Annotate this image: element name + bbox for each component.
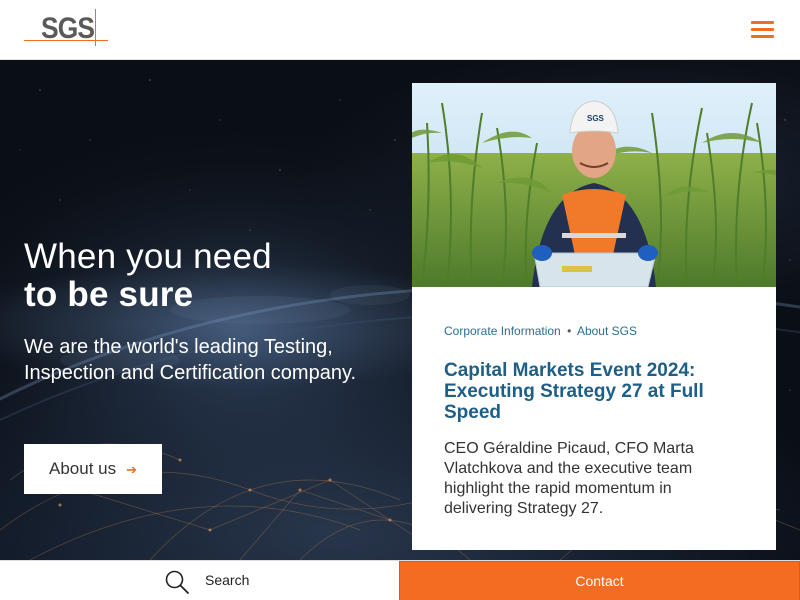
contact-button[interactable]: Contact [399, 561, 800, 600]
hero-section: When you need to be sure We are the worl… [0, 60, 800, 560]
hero-subtitle: We are the world's leading Testing, Insp… [24, 336, 357, 384]
sgs-logo[interactable]: SGS [24, 9, 108, 47]
news-card-meta: Corporate Information • About SGS [444, 324, 637, 338]
news-category[interactable]: Corporate Information [444, 324, 561, 338]
contact-label: Contact [575, 573, 624, 589]
hero-title-line2: to be sure [24, 275, 194, 314]
about-us-button[interactable]: About us ➔ [24, 444, 162, 494]
site-header: SGS [0, 0, 800, 60]
hero-title-line1: When you need [24, 237, 272, 276]
arrow-right-icon: ➔ [126, 462, 138, 477]
news-subcategory[interactable]: About SGS [577, 324, 637, 338]
news-card-image: SGS [412, 83, 776, 287]
worker-in-cornfield-image: SGS [412, 83, 776, 287]
hamburger-menu-icon[interactable] [751, 19, 775, 39]
helmet-sgs-label: SGS [587, 114, 605, 123]
bottom-action-bar: Search Contact [0, 560, 800, 600]
search-label: Search [205, 572, 250, 588]
news-card-title[interactable]: Capital Markets Event 2024: Executing St… [444, 360, 744, 423]
hero-title: When you need to be sure [24, 238, 272, 314]
search-button[interactable]: Search [0, 561, 399, 600]
meta-separator: • [567, 324, 572, 338]
logo-rule-vertical [95, 9, 96, 46]
about-us-label: About us [49, 459, 117, 478]
news-card-description: CEO Géraldine Picaud, CFO Marta Vlatchko… [444, 440, 694, 517]
news-card[interactable]: SGS Corporate Information • About SGS Ca… [412, 83, 776, 550]
search-icon [165, 570, 189, 594]
